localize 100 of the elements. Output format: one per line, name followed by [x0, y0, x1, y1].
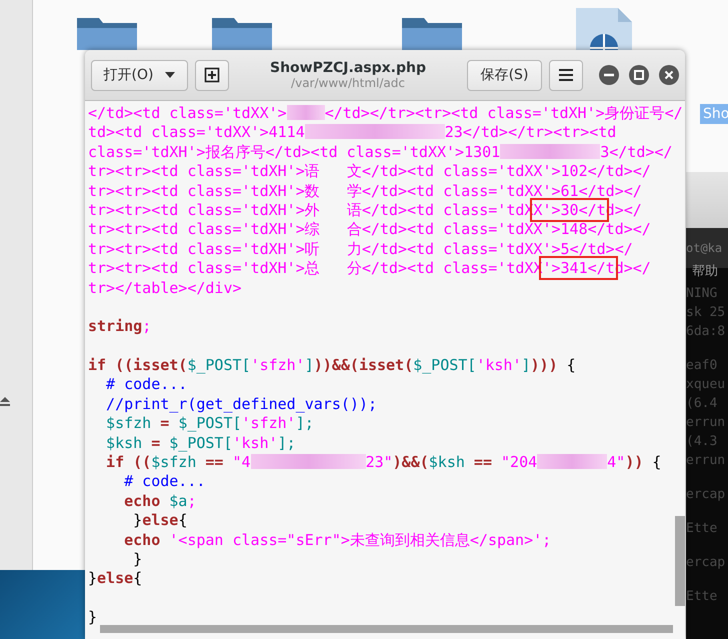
window-title: ShowPZCJ.aspx.php — [270, 60, 426, 76]
code-text: # code... — [123, 472, 206, 490]
code-text: } — [88, 608, 98, 626]
code-text: } — [88, 569, 98, 588]
code-text: if (( — [88, 356, 134, 374]
terminal-line: eaf0 — [686, 357, 718, 375]
terminal-line: ercap — [686, 486, 726, 504]
code-text: isset( — [358, 356, 414, 374]
scrollbar-thumb[interactable] — [675, 516, 685, 606]
code-text: { — [178, 511, 188, 530]
code-text: ))) — [530, 356, 558, 374]
new-document-button[interactable] — [195, 60, 229, 90]
code-text: ]; — [296, 414, 314, 432]
code-text: ] — [304, 356, 314, 374]
code-text: $sfzh — [151, 453, 196, 472]
code-text: ; — [142, 317, 152, 336]
terminal-line: (4.3 — [686, 433, 718, 451]
file-path: /var/www/html/adc — [291, 76, 405, 90]
code-text: echo — [123, 530, 162, 549]
code-text: "4 — [232, 453, 251, 472]
code-text: ; — [187, 492, 196, 510]
highlighted-code: '>341</t — [542, 259, 615, 278]
code-text: tr><tr><td class='tdXH'>数 学</td><td class='tdXX'>61</td></ — [88, 182, 642, 200]
minimize-icon[interactable] — [599, 65, 619, 85]
code-text: //print_r(get_defined_vars()); — [105, 394, 377, 413]
code-text: { — [651, 453, 662, 472]
new-document-icon — [204, 67, 220, 83]
code-text: 4" — [607, 453, 626, 472]
close-icon[interactable] — [659, 65, 679, 85]
code-text: $_POST[ — [169, 434, 232, 452]
terminal-line: sk 25 — [686, 304, 726, 322]
code-text: 'ksh' — [476, 356, 522, 374]
terminal-line: (6.4 — [686, 395, 718, 413]
code-text: = — [159, 414, 170, 432]
code-text: </td></tr><tr><td class='tdXH'>身份证号</ — [324, 104, 683, 122]
code-text: string — [88, 317, 142, 336]
folder-icon[interactable] — [75, 15, 139, 50]
eject-icon[interactable] — [0, 396, 10, 406]
code-text: tr><tr><td class='tdXH'>综 合</td><td class='tdXX'>148</td></ — [88, 220, 651, 238]
code-text: { — [566, 356, 576, 374]
code-text: tr><tr><td class='tdXH'>听 力</td><td class='tdXX'>5</td></ — [88, 240, 633, 258]
code-text: $_POST[ — [413, 356, 476, 374]
menu-button[interactable] — [549, 60, 583, 90]
code-text: $_POST[ — [178, 414, 242, 432]
terminal-title: ot@ka — [686, 241, 722, 255]
terminal-line: Ette — [686, 588, 718, 606]
code-text: ]; — [278, 434, 296, 452]
terminal-line: Ette — [686, 520, 718, 538]
code-text: == — [204, 453, 224, 472]
maximize-icon[interactable] — [629, 65, 649, 85]
code-text: } — [132, 550, 142, 568]
code-text: )&&( — [392, 453, 429, 472]
code-text: 3</td></ — [600, 142, 672, 161]
horizontal-scrollbar[interactable] — [100, 625, 673, 633]
code-text: else — [97, 569, 134, 588]
code-text: $ksh — [428, 453, 465, 472]
terminal-line: errun — [686, 414, 726, 432]
blurred-text — [286, 105, 325, 120]
terminal-line: xqueu — [686, 376, 726, 394]
code-text: { — [133, 569, 142, 588]
code-text: tr></table></div> — [88, 278, 242, 297]
code-text: td><td class='tdXX'>4114 — [88, 123, 305, 142]
folder-icon[interactable] — [400, 15, 464, 50]
code-text: else — [142, 511, 178, 530]
terminal-line: NING — [686, 285, 718, 303]
code-text: = — [150, 434, 162, 452]
code-text: 'ksh' — [232, 434, 278, 452]
open-button[interactable]: 打开(O) — [91, 60, 188, 90]
blurred-text — [537, 454, 608, 470]
code-text: isset( — [133, 356, 188, 374]
code-text: ))&&( — [314, 356, 359, 374]
code-text: class='tdXH'>报名序号</td><td class='tdXX'>1301 — [88, 142, 500, 161]
terminal-line: 6da:8 — [686, 323, 726, 341]
save-button[interactable]: 保存(S) — [467, 60, 542, 90]
code-text: if (( — [105, 453, 152, 472]
code-text: )) — [625, 453, 644, 472]
terminal-line: ercap — [686, 554, 726, 572]
code-text: $_POST[ — [187, 356, 251, 374]
code-text: 'sfzh' — [242, 414, 296, 432]
code-text: 'sfzh' — [250, 356, 305, 374]
code-text: '<span class="sErr">未查询到相关信息</span>'; — [169, 530, 552, 549]
menu-icon — [559, 69, 573, 81]
code-text: tr><tr><td class='tdXH'>语 文</td><td class='tdXX'>102</td></ — [88, 162, 651, 180]
menu-item[interactable]: 帮助 — [692, 264, 718, 279]
folder-icon[interactable] — [210, 15, 274, 50]
code-text: </td><td class='tdXX'> — [88, 104, 287, 122]
code-text: echo — [123, 492, 162, 510]
code-text: "204 — [501, 453, 538, 472]
code-text: 23</td></tr><tr><td — [444, 123, 616, 142]
code-text: ] — [522, 356, 531, 374]
code-text: $ksh — [105, 434, 142, 452]
code-text: == — [472, 453, 493, 472]
code-text: $a — [169, 492, 188, 510]
terminal-line: errun — [686, 452, 726, 470]
caret-icon — [165, 72, 176, 78]
highlighted-code: X'>30</t — [533, 200, 606, 219]
code-text: # code... — [105, 375, 188, 394]
code-text: 23" — [366, 453, 393, 472]
code-text: } — [132, 511, 142, 530]
code-text: $sfzh — [105, 414, 152, 432]
